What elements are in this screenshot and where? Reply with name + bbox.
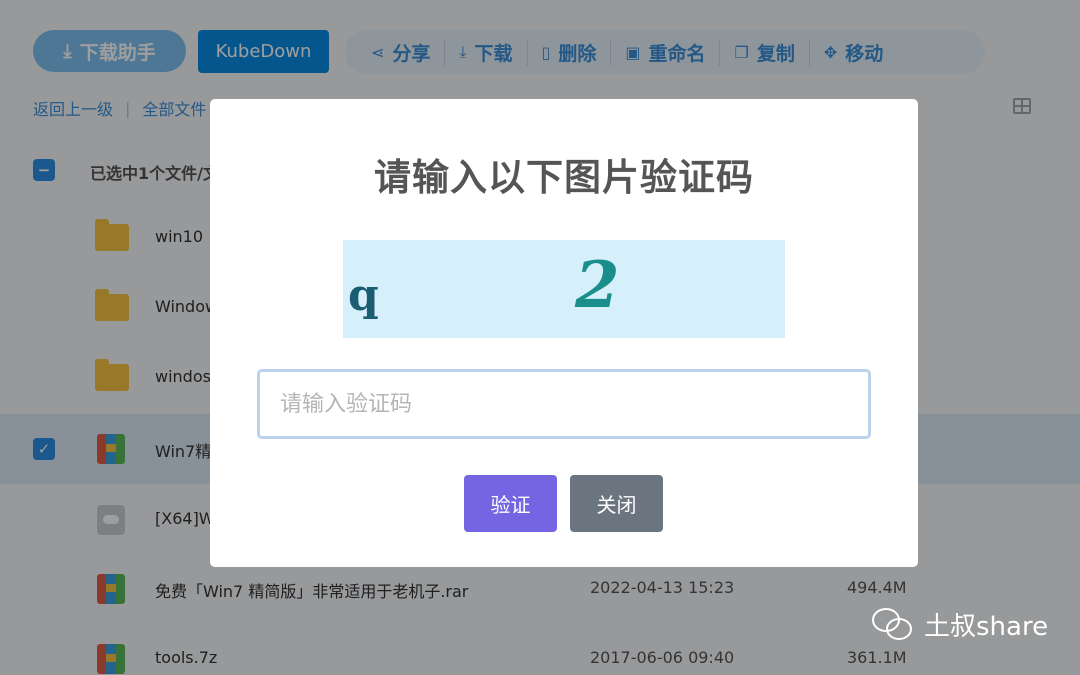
watermark-text: 土叔share	[924, 611, 1049, 642]
verify-button[interactable]: 验证	[464, 475, 557, 532]
captcha-dialog: 请输入以下图片验证码 q 2 验证 关闭	[210, 99, 918, 567]
wechat-icon	[872, 604, 914, 644]
captcha-input[interactable]	[257, 369, 871, 439]
captcha-image[interactable]: q 2	[343, 240, 785, 338]
watermark: 土叔share	[872, 604, 1048, 644]
dialog-title: 请输入以下图片验证码	[374, 156, 754, 199]
captcha-char: 2	[575, 248, 620, 323]
close-button[interactable]: 关闭	[570, 475, 663, 532]
captcha-char: q	[348, 270, 379, 321]
